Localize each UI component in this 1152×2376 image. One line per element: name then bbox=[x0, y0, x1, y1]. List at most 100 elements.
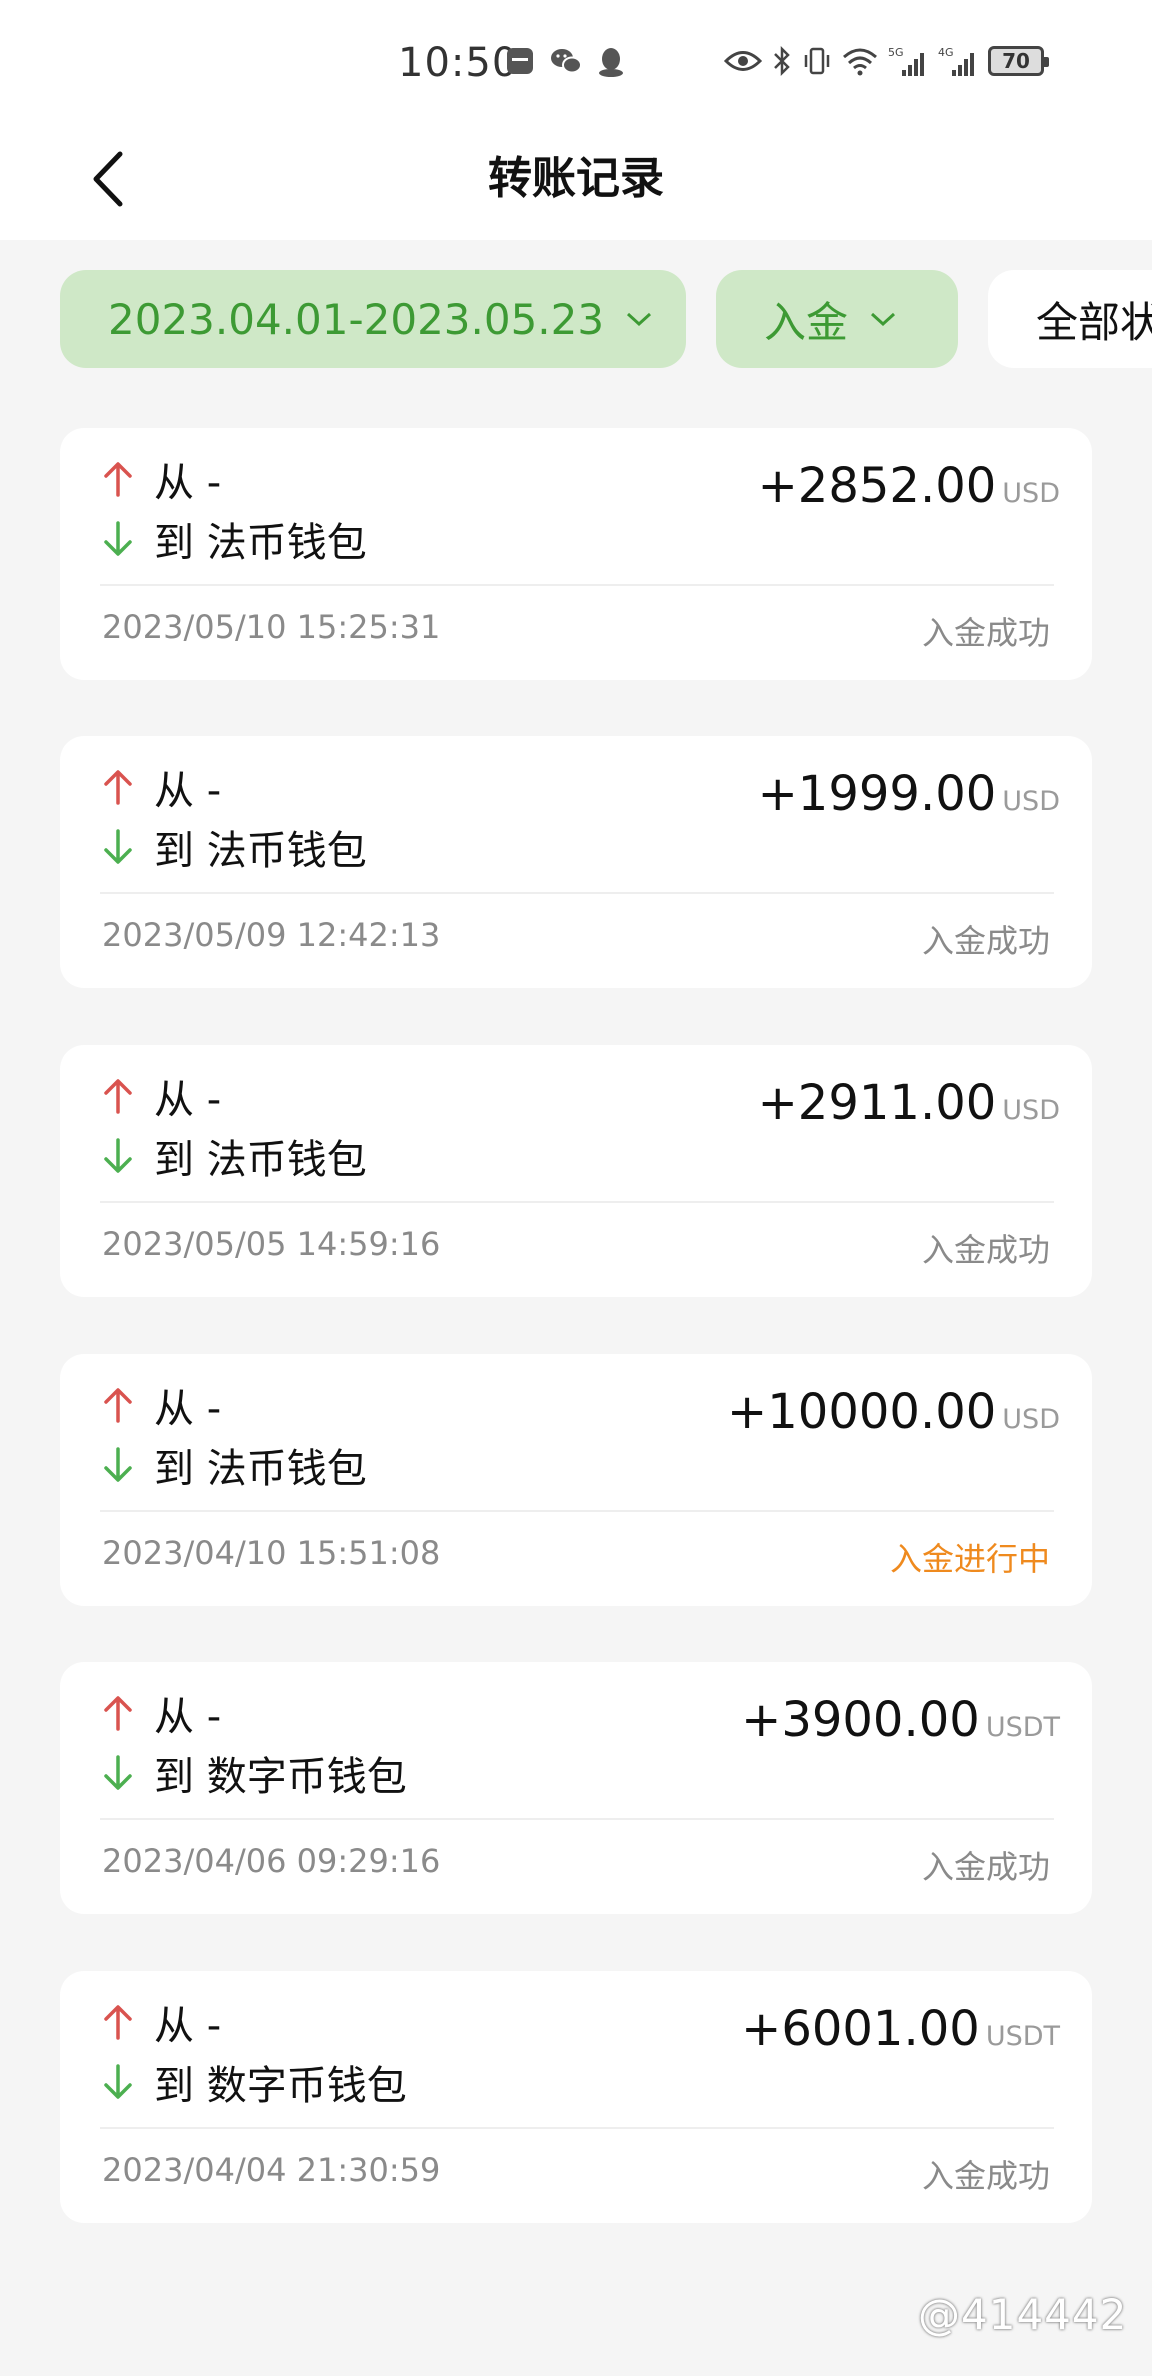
transfer-record-card[interactable]: 从 - 到 法币钱包 +1999.00 USD 2023/05/09 12:42… bbox=[60, 736, 1092, 988]
divider bbox=[100, 584, 1054, 586]
from-label: 从 - bbox=[154, 1386, 222, 1432]
arrow-up-icon bbox=[104, 770, 132, 805]
to-row: 到 法币钱包 bbox=[100, 818, 367, 876]
to-row: 到 法币钱包 bbox=[100, 1127, 367, 1185]
status-bar: 10:50 5G 4G 70 bbox=[0, 0, 1152, 120]
from-row: 从 - bbox=[100, 1684, 221, 1742]
to-label: 到 数字币钱包 bbox=[154, 1754, 407, 1800]
app-header: 转账记录 bbox=[0, 120, 1152, 240]
amount-value: +3900.00 bbox=[741, 1692, 980, 1748]
svg-text:4G: 4G bbox=[938, 46, 954, 59]
status-time: 10:50 bbox=[398, 40, 519, 86]
svg-text:5G: 5G bbox=[888, 46, 904, 59]
from-row: 从 - bbox=[100, 1993, 221, 2051]
amount-value: +2852.00 bbox=[757, 458, 997, 514]
signal-5g-icon: 5G bbox=[888, 46, 924, 76]
record-status: 入金成功 bbox=[921, 1231, 1050, 1269]
to-label: 到 法币钱包 bbox=[154, 1137, 367, 1183]
record-status: 入金成功 bbox=[921, 1848, 1050, 1886]
chevron-down-icon bbox=[627, 312, 652, 327]
divider bbox=[100, 1510, 1054, 1512]
arrow-down-icon bbox=[104, 521, 132, 556]
signal-4g-icon: 4G bbox=[938, 46, 974, 76]
amount: +1999.00 USD bbox=[758, 766, 1060, 822]
vibrate-icon bbox=[804, 47, 830, 75]
to-row: 到 数字币钱包 bbox=[100, 1744, 407, 1802]
record-datetime: 2023/04/10 15:51:08 bbox=[102, 1534, 441, 1572]
amount: +2911.00 USD bbox=[758, 1075, 1060, 1131]
amount-value: +6001.00 bbox=[741, 2001, 980, 2057]
divider bbox=[100, 892, 1054, 894]
date-range-filter[interactable]: 2023.04.01-2023.05.23 bbox=[60, 270, 686, 368]
wifi-icon bbox=[843, 48, 877, 76]
wechat-icon bbox=[551, 49, 582, 74]
arrow-up-icon bbox=[104, 2005, 132, 2040]
record-datetime: 2023/05/10 15:25:31 bbox=[102, 608, 441, 646]
from-label: 从 - bbox=[154, 2003, 222, 2049]
arrow-up-icon bbox=[104, 462, 132, 497]
transfer-record-card[interactable]: 从 - 到 数字币钱包 +3900.00 USDT 2023/04/06 09:… bbox=[60, 1662, 1092, 1914]
watermark: @414442 bbox=[918, 2290, 1128, 2339]
to-row: 到 法币钱包 bbox=[100, 1436, 367, 1494]
from-label: 从 - bbox=[154, 1694, 222, 1740]
from-row: 从 - bbox=[100, 1067, 221, 1125]
record-datetime: 2023/04/04 21:30:59 bbox=[102, 2151, 441, 2189]
page-title: 转账记录 bbox=[488, 153, 664, 204]
system-icons: 5G 4G 70 bbox=[724, 44, 1049, 78]
from-label: 从 - bbox=[154, 1077, 222, 1123]
transfer-record-card[interactable]: 从 - 到 数字币钱包 +6001.00 USDT 2023/04/04 21:… bbox=[60, 1971, 1092, 2223]
amount: +10000.00 USD bbox=[727, 1384, 1060, 1440]
to-row: 到 法币钱包 bbox=[100, 510, 367, 568]
filter-bar: 2023.04.01-2023.05.23 入金 全部状态 bbox=[0, 270, 1152, 370]
currency-label: USD bbox=[1002, 1095, 1060, 1126]
currency-label: USD bbox=[1002, 478, 1060, 509]
from-label: 从 - bbox=[154, 460, 222, 506]
type-filter-label: 入金 bbox=[764, 297, 849, 347]
transfer-record-card[interactable]: 从 - 到 法币钱包 +2911.00 USD 2023/05/05 14:59… bbox=[60, 1045, 1092, 1297]
date-range-label: 2023.04.01-2023.05.23 bbox=[108, 294, 605, 344]
bluetooth-icon bbox=[774, 45, 790, 77]
notification-icons bbox=[505, 46, 625, 78]
record-datetime: 2023/05/09 12:42:13 bbox=[102, 916, 441, 954]
status-filter[interactable]: 全部状态 bbox=[988, 270, 1152, 368]
transfer-record-card[interactable]: 从 - 到 法币钱包 +2852.00 USD 2023/05/10 15:25… bbox=[60, 428, 1092, 680]
from-row: 从 - bbox=[100, 450, 221, 508]
to-label: 到 法币钱包 bbox=[154, 520, 367, 566]
to-row: 到 数字币钱包 bbox=[100, 2053, 407, 2111]
status-filter-label: 全部状态 bbox=[1036, 297, 1152, 347]
to-label: 到 法币钱包 bbox=[154, 828, 367, 874]
type-filter[interactable]: 入金 bbox=[716, 270, 958, 368]
record-datetime: 2023/05/05 14:59:16 bbox=[102, 1225, 441, 1263]
qq-icon bbox=[599, 48, 623, 77]
huawei-app-icon bbox=[507, 48, 533, 74]
from-row: 从 - bbox=[100, 758, 221, 816]
transfer-record-card[interactable]: 从 - 到 法币钱包 +10000.00 USD 2023/04/10 15:5… bbox=[60, 1354, 1092, 1606]
amount-value: +10000.00 bbox=[727, 1384, 997, 1440]
record-status: 入金成功 bbox=[921, 922, 1050, 960]
divider bbox=[100, 2127, 1054, 2129]
currency-label: USD bbox=[1002, 1404, 1060, 1435]
eye-icon bbox=[724, 51, 762, 71]
divider bbox=[100, 1201, 1054, 1203]
record-status: 入金成功 bbox=[921, 2157, 1050, 2195]
amount: +2852.00 USD bbox=[758, 458, 1060, 514]
arrow-down-icon bbox=[104, 1447, 132, 1482]
divider bbox=[100, 1818, 1054, 1820]
arrow-down-icon bbox=[104, 1755, 132, 1790]
arrow-down-icon bbox=[104, 2064, 132, 2099]
arrow-down-icon bbox=[104, 829, 132, 864]
chevron-down-icon bbox=[871, 312, 896, 327]
from-label: 从 - bbox=[154, 768, 222, 814]
record-status: 入金成功 bbox=[921, 614, 1050, 652]
from-row: 从 - bbox=[100, 1376, 221, 1434]
record-datetime: 2023/04/06 09:29:16 bbox=[102, 1842, 441, 1880]
battery-icon: 70 bbox=[988, 46, 1049, 76]
currency-label: USD bbox=[1002, 786, 1060, 817]
amount-value: +2911.00 bbox=[757, 1075, 997, 1131]
arrow-up-icon bbox=[104, 1079, 132, 1114]
to-label: 到 法币钱包 bbox=[154, 1446, 367, 1492]
arrow-up-icon bbox=[104, 1388, 132, 1423]
arrow-down-icon bbox=[104, 1138, 132, 1173]
currency-label: USDT bbox=[985, 1712, 1060, 1743]
arrow-up-icon bbox=[104, 1696, 132, 1731]
